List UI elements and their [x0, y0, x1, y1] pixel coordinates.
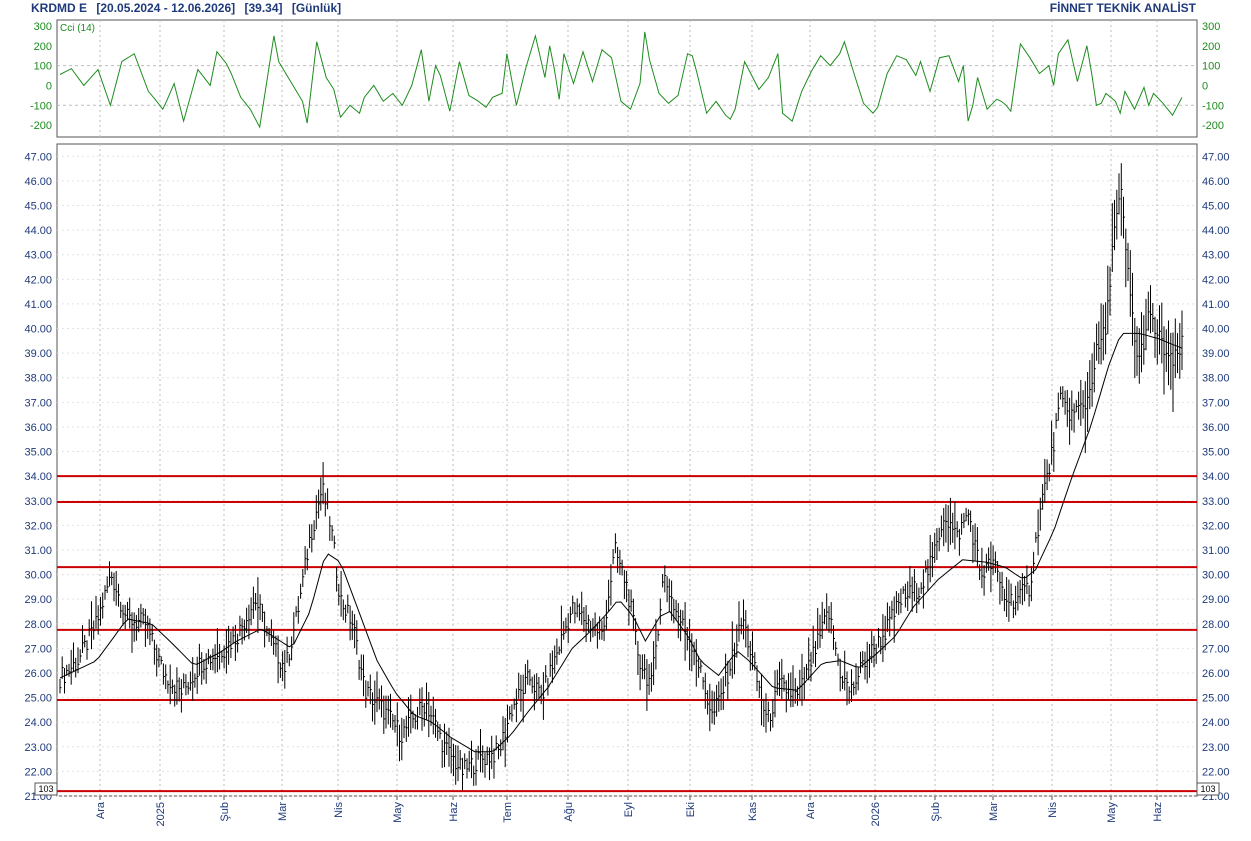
scale-note-left: 103: [38, 784, 53, 794]
price-y-tick-right: 47.00: [1202, 151, 1230, 163]
price-y-tick-left: 39.00: [24, 348, 52, 360]
cci-title: Cci (14): [60, 23, 95, 34]
price-y-tick-left: 40.00: [24, 324, 52, 336]
price-y-tick-right: 22.00: [1202, 766, 1230, 778]
price-y-tick-left: 29.00: [24, 594, 52, 606]
x-tick-label: May: [392, 802, 404, 823]
x-tick-label: Nis: [1047, 802, 1059, 818]
cci-y-tick-right: 300: [1202, 21, 1220, 33]
price-y-tick-left: 34.00: [24, 471, 52, 483]
price-y-tick-left: 41.00: [24, 299, 52, 311]
price-y-tick-left: 38.00: [24, 373, 52, 385]
price-y-tick-left: 23.00: [24, 742, 52, 754]
price-y-tick-left: 45.00: [24, 201, 52, 213]
price-y-tick-right: 30.00: [1202, 570, 1230, 582]
x-tick-label: Mar: [277, 802, 289, 821]
price-y-tick-left: 36.00: [24, 422, 52, 434]
price-y-tick-left: 26.00: [24, 668, 52, 680]
x-tick-label: Kas: [747, 802, 759, 821]
cci-y-tick-left: -200: [30, 120, 52, 132]
x-tick-label: 2025: [155, 802, 167, 826]
price-y-tick-left: 43.00: [24, 250, 52, 262]
cci-y-tick-left: 100: [34, 61, 52, 73]
price-y-tick-right: 41.00: [1202, 299, 1230, 311]
price-y-tick-left: 47.00: [24, 151, 52, 163]
price-y-tick-left: 25.00: [24, 693, 52, 705]
price-y-tick-right: 33.00: [1202, 496, 1230, 508]
price-frame: [56, 143, 1198, 797]
price-y-tick-left: 22.00: [24, 766, 52, 778]
x-tick-label: Ara: [805, 801, 817, 819]
x-tick-label: Şub: [930, 802, 942, 822]
price-panel: 47.00 47.00 46.00 46.00 45.00 45.00 44.00 44.00…: [24, 143, 1230, 826]
price-y-tick-right: 38.00: [1202, 373, 1230, 385]
price-y-tick-right: 34.00: [1202, 471, 1230, 483]
price-y-tick-right: 39.00: [1202, 348, 1230, 360]
price-y-tick-right: 40.00: [1202, 324, 1230, 336]
price-y-tick-right: 24.00: [1202, 717, 1230, 729]
cci-y-tick-left: 300: [34, 21, 52, 33]
cci-y-tick-right: 100: [1202, 61, 1220, 73]
cci-y-tick-left: 200: [34, 41, 52, 53]
cci-y-tick-right: 0: [1202, 80, 1208, 92]
price-y-tick-left: 27.00: [24, 643, 52, 655]
x-tick-label: Tem: [502, 802, 514, 823]
scale-note-right: 103: [1200, 784, 1215, 794]
technical-chart: 300 300 200 200 100 100 0 0 -100 -100 -200 -200 Cci …: [24, 19, 1230, 826]
price-y-tick-right: 37.00: [1202, 397, 1230, 409]
price-y-tick-right: 29.00: [1202, 594, 1230, 606]
price-y-tick-left: 37.00: [24, 397, 52, 409]
cci-y-tick-left: -100: [30, 100, 52, 112]
price-y-tick-left: 44.00: [24, 225, 52, 237]
cci-y-tick-right: -100: [1202, 100, 1224, 112]
price-y-tick-left: 46.00: [24, 176, 52, 188]
cci-y-tick-right: -200: [1202, 120, 1224, 132]
price-y-tick-right: 28.00: [1202, 619, 1230, 631]
cci-y-tick-right: 200: [1202, 41, 1220, 53]
cci-panel: 300 300 200 200 100 100 0 0 -100 -100 -200 -200 Cci …: [30, 19, 1224, 138]
x-tick-label: Şub: [219, 802, 231, 822]
price-y-tick-right: 31.00: [1202, 545, 1230, 557]
x-tick-label: 2026: [870, 802, 882, 826]
price-y-tick-right: 27.00: [1202, 643, 1230, 655]
x-tick-label: May: [1106, 802, 1118, 823]
price-y-tick-left: 42.00: [24, 274, 52, 286]
x-tick-label: Nis: [333, 802, 345, 818]
price-y-tick-right: 46.00: [1202, 176, 1230, 188]
x-tick-label: Ağu: [563, 802, 575, 822]
price-y-tick-left: 28.00: [24, 619, 52, 631]
x-tick-label: Eki: [685, 802, 697, 817]
price-y-tick-right: 36.00: [1202, 422, 1230, 434]
cci-y-tick-left: 0: [46, 80, 52, 92]
price-y-tick-right: 42.00: [1202, 274, 1230, 286]
price-y-tick-left: 35.00: [24, 447, 52, 459]
price-y-tick-right: 43.00: [1202, 250, 1230, 262]
x-tick-label: Ara: [95, 801, 107, 819]
price-y-tick-right: 35.00: [1202, 447, 1230, 459]
price-y-tick-right: 44.00: [1202, 225, 1230, 237]
price-y-tick-left: 30.00: [24, 570, 52, 582]
price-y-tick-right: 23.00: [1202, 742, 1230, 754]
cci-frame: [56, 19, 1198, 138]
price-y-tick-right: 25.00: [1202, 693, 1230, 705]
x-tick-label: Eyl: [623, 802, 635, 817]
price-y-tick-left: 31.00: [24, 545, 52, 557]
x-tick-label: Mar: [988, 802, 1000, 821]
x-tick-label: Haz: [1152, 802, 1164, 822]
x-tick-label: Haz: [448, 802, 460, 822]
price-y-tick-right: 26.00: [1202, 668, 1230, 680]
price-y-tick-left: 33.00: [24, 496, 52, 508]
price-y-tick-right: 32.00: [1202, 520, 1230, 532]
price-y-tick-left: 24.00: [24, 717, 52, 729]
price-y-tick-left: 32.00: [24, 520, 52, 532]
price-y-tick-right: 45.00: [1202, 201, 1230, 213]
